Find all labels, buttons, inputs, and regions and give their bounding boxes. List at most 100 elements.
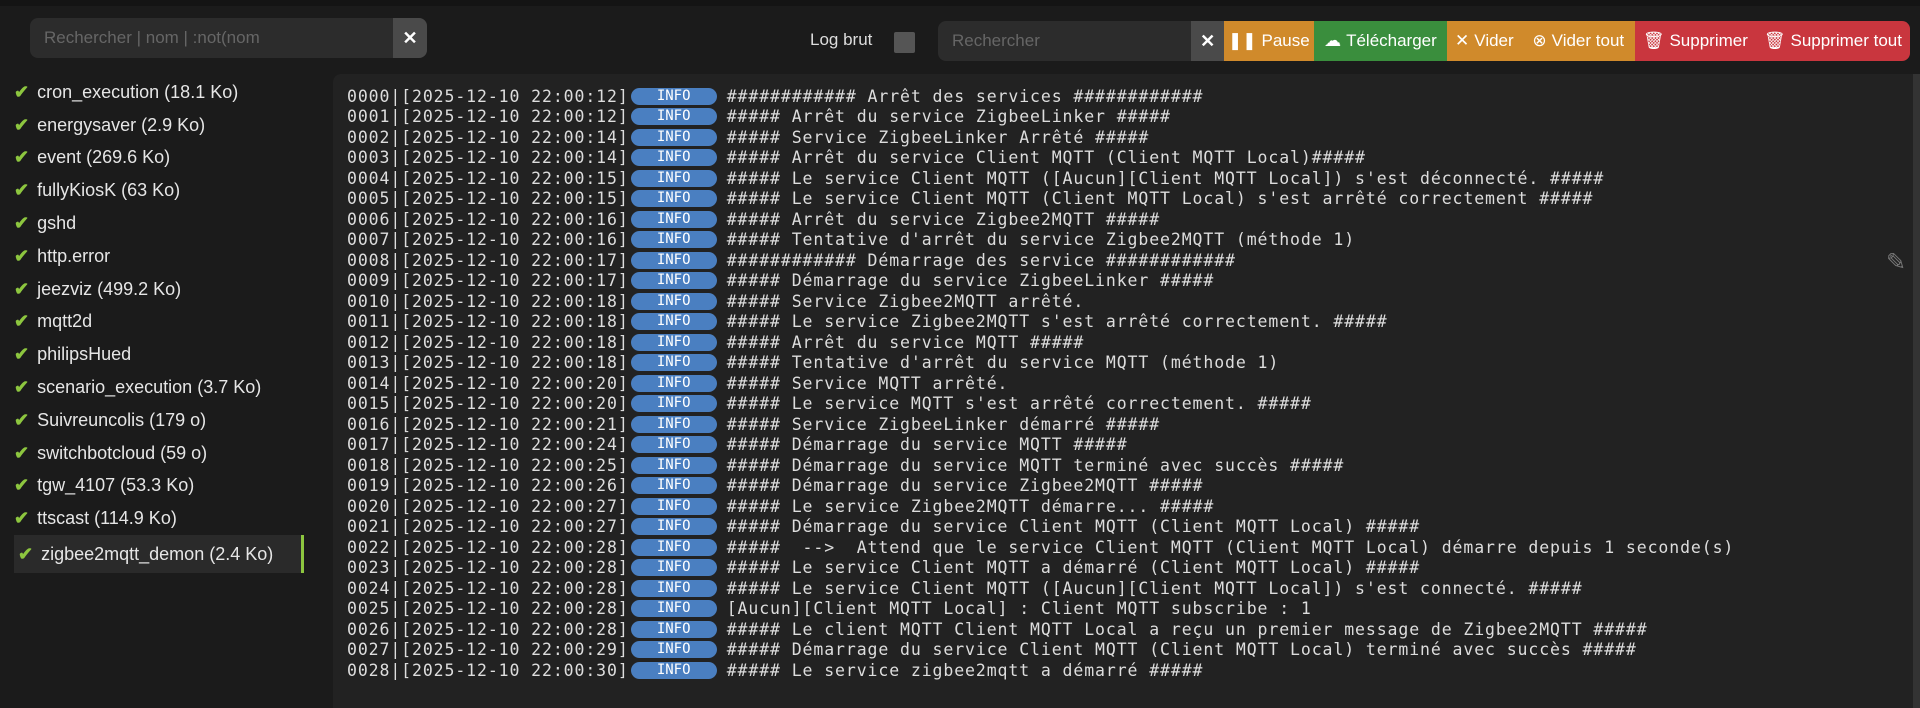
- sidebar-item[interactable]: ✔ jeezviz (499.2 Ko): [0, 273, 300, 306]
- log-file-search-input[interactable]: [30, 18, 393, 58]
- sidebar-item[interactable]: ✔ cron_execution (18.1 Ko): [0, 76, 300, 109]
- log-level-badge: INFO: [630, 641, 717, 659]
- log-line: 0013|[2025-12-10 22:00:18] INFO ##### Tent…: [347, 353, 1920, 374]
- check-icon: ✔: [14, 377, 30, 398]
- sidebar-item[interactable]: ✔ event (269.6 Ko): [0, 142, 300, 175]
- log-timestamp: 0023|[2025-12-10 22:00:28]: [347, 558, 629, 578]
- clear-all-button[interactable]: ⊗ Vider tout: [1521, 21, 1635, 61]
- log-message: [Aucun][Client MQTT Local] : Client MQTT…: [726, 599, 1312, 619]
- log-lines: 0000|[2025-12-10 22:00:12] INFO ##########…: [347, 86, 1920, 681]
- log-timestamp: 0003|[2025-12-10 22:00:14]: [347, 148, 629, 168]
- log-line: 0026|[2025-12-10 22:00:28] INFO ##### Le c…: [347, 619, 1920, 640]
- log-brut-checkbox[interactable]: [894, 32, 915, 53]
- log-search-input[interactable]: [938, 21, 1192, 61]
- sidebar-item-label: event (269.6 Ko): [37, 147, 171, 168]
- sidebar-item[interactable]: ✔ Suivreuncolis (179 o): [0, 404, 300, 437]
- log-file-search: ✕: [30, 18, 427, 58]
- log-message: ############ Arrêt des services ########…: [726, 86, 1204, 106]
- log-timestamp: 0027|[2025-12-10 22:00:29]: [347, 640, 629, 660]
- log-line: 0025|[2025-12-10 22:00:28] INFO [Aucun][Cl…: [347, 599, 1920, 620]
- log-line: 0004|[2025-12-10 22:00:15] INFO ##### Le s…: [347, 168, 1920, 189]
- log-timestamp: 0006|[2025-12-10 22:00:16]: [347, 209, 629, 229]
- log-timestamp: 0015|[2025-12-10 22:00:20]: [347, 394, 629, 414]
- sidebar-item[interactable]: ✔ switchbotcloud (59 o): [0, 437, 300, 470]
- log-level-badge: INFO: [630, 456, 717, 474]
- log-message: ##### Le service Client MQTT a démarré (…: [726, 558, 1421, 578]
- log-timestamp: 0001|[2025-12-10 22:00:12]: [347, 107, 629, 127]
- log-brut-label: Log brut: [810, 30, 873, 49]
- x-circle-icon: ⊗: [1532, 31, 1547, 50]
- log-timestamp: 0018|[2025-12-10 22:00:25]: [347, 455, 629, 475]
- log-message: ##### Arrêt du service Zigbee2MQTT #####: [726, 209, 1161, 229]
- sidebar-item-label: http.error: [37, 245, 111, 266]
- log-level-badge: INFO: [630, 477, 717, 495]
- sidebar-item[interactable]: ✔ http.error: [0, 240, 300, 273]
- sidebar-item-label: fullyKiosK (63 Ko): [37, 180, 181, 201]
- log-line: 0009|[2025-12-10 22:00:17] INFO ##### Déma…: [347, 271, 1920, 292]
- log-message: ##### Démarrage du service MQTT #####: [726, 435, 1128, 455]
- sidebar-item-label: energysaver (2.9 Ko): [37, 114, 206, 135]
- log-message: ##### Le client MQTT Client MQTT Local a…: [726, 619, 1648, 639]
- check-icon: ✔: [14, 180, 30, 201]
- log-timestamp: 0004|[2025-12-10 22:00:15]: [347, 168, 629, 188]
- log-level-badge: INFO: [630, 559, 717, 577]
- log-line: 0002|[2025-12-10 22:00:14] INFO ##### Serv…: [347, 127, 1920, 148]
- log-level-badge: INFO: [630, 272, 717, 290]
- log-message: ##### Démarrage du service MQTT terminé …: [726, 455, 1345, 475]
- delete-button[interactable]: 🗑 Supprimer: [1634, 21, 1756, 61]
- sidebar-item-label: cron_execution (18.1 Ko): [37, 81, 239, 102]
- log-timestamp: 0009|[2025-12-10 22:00:17]: [347, 271, 629, 291]
- check-icon: ✔: [14, 344, 30, 365]
- log-level-badge: INFO: [630, 108, 717, 126]
- log-timestamp: 0000|[2025-12-10 22:00:12]: [347, 86, 629, 106]
- log-level-badge: INFO: [630, 497, 717, 515]
- pause-button[interactable]: ❚❚ Pause: [1223, 21, 1314, 61]
- delete-all-button[interactable]: 🗑 Supprimer tout: [1755, 21, 1910, 61]
- check-icon: ✔: [14, 81, 30, 102]
- clear-search-button[interactable]: ✕: [393, 18, 427, 58]
- check-icon: ✔: [14, 409, 30, 430]
- log-line: 0014|[2025-12-10 22:00:20] INFO ##### Serv…: [347, 373, 1920, 394]
- log-timestamp: 0013|[2025-12-10 22:00:18]: [347, 353, 629, 373]
- log-line: 0007|[2025-12-10 22:00:16] INFO ##### Tent…: [347, 230, 1920, 251]
- log-timestamp: 0008|[2025-12-10 22:00:17]: [347, 250, 629, 270]
- close-icon: ✕: [402, 27, 418, 48]
- log-level-badge: INFO: [630, 518, 717, 536]
- clear-all-label: Vider tout: [1551, 31, 1625, 50]
- log-message: ##### --> Attend que le service Client M…: [726, 537, 1735, 557]
- log-timestamp: 0007|[2025-12-10 22:00:16]: [347, 230, 629, 250]
- clear-log-button[interactable]: ✕ Vider: [1447, 21, 1522, 61]
- clear-log-label: Vider: [1474, 31, 1514, 50]
- log-message: ##### Démarrage du service Client MQTT (…: [726, 517, 1421, 537]
- clear-log-search-button[interactable]: ✕: [1191, 21, 1224, 61]
- pencil-icon[interactable]: ✎: [1886, 248, 1906, 277]
- sidebar-item[interactable]: ✔ scenario_execution (3.7 Ko): [0, 371, 300, 404]
- download-button[interactable]: ☁ Télécharger: [1313, 21, 1448, 61]
- sidebar-item[interactable]: ✔ fullyKiosK (63 Ko): [0, 174, 300, 207]
- check-icon: ✔: [14, 278, 30, 299]
- log-level-badge: INFO: [630, 169, 717, 187]
- log-line: 0011|[2025-12-10 22:00:18] INFO ##### Le s…: [347, 312, 1920, 333]
- log-timestamp: 0019|[2025-12-10 22:00:26]: [347, 476, 629, 496]
- log-level-badge: INFO: [630, 149, 717, 167]
- sidebar-item[interactable]: ✔ philipsHued: [0, 338, 300, 371]
- sidebar-item[interactable]: ✔ gshd: [0, 207, 300, 240]
- sidebar-item-label: ttscast (114.9 Ko): [37, 508, 177, 529]
- log-line: 0027|[2025-12-10 22:00:29] INFO ##### Déma…: [347, 640, 1920, 661]
- sidebar-item[interactable]: ✔ mqtt2d: [0, 306, 300, 339]
- log-panel: 0000|[2025-12-10 22:00:12] INFO ##########…: [333, 74, 1920, 708]
- sidebar-item[interactable]: ✔ tgw_4107 (53.3 Ko): [0, 470, 300, 503]
- log-timestamp: 0025|[2025-12-10 22:00:28]: [347, 599, 629, 619]
- sidebar-item[interactable]: ✔ ttscast (114.9 Ko): [0, 502, 300, 535]
- download-label: Télécharger: [1346, 31, 1437, 50]
- log-timestamp: 0010|[2025-12-10 22:00:18]: [347, 291, 629, 311]
- check-icon: ✔: [14, 508, 30, 529]
- log-line: 0012|[2025-12-10 22:00:18] INFO ##### Arrê…: [347, 332, 1920, 353]
- sidebar-item[interactable]: ✔ zigbee2mqtt_demon (2.4 Ko): [14, 535, 304, 574]
- log-timestamp: 0012|[2025-12-10 22:00:18]: [347, 332, 629, 352]
- log-message: ##### Arrêt du service MQTT #####: [726, 332, 1085, 352]
- scrollbar[interactable]: [1913, 74, 1920, 708]
- log-level-badge: INFO: [630, 374, 717, 392]
- log-line: 0023|[2025-12-10 22:00:28] INFO ##### Le s…: [347, 558, 1920, 579]
- sidebar-item[interactable]: ✔ energysaver (2.9 Ko): [0, 109, 300, 142]
